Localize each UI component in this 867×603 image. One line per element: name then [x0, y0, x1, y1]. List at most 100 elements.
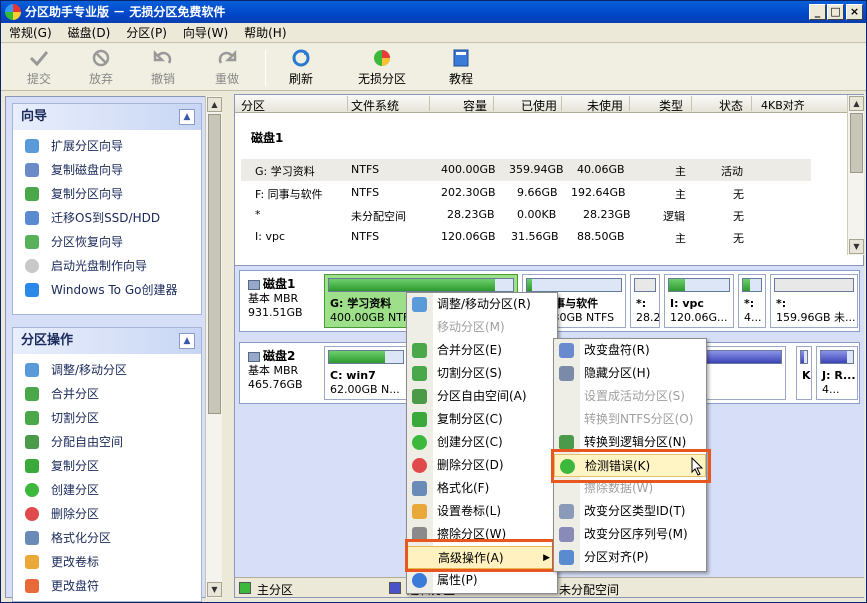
scroll-down-arrow[interactable]: ▼	[207, 582, 222, 597]
sub-change-serial[interactable]: 改变分区序列号(M)	[554, 523, 706, 546]
op-create[interactable]: 创建分区	[13, 478, 201, 502]
menu-partition[interactable]: 分区(P)	[118, 23, 175, 41]
align-icon	[559, 550, 574, 565]
partition-block[interactable]: *: 159.96GB 未...	[770, 274, 858, 328]
undo-button[interactable]: 撤销	[133, 48, 193, 87]
ctx-format[interactable]: 格式化(F)	[407, 477, 557, 500]
scroll-thumb[interactable]	[850, 113, 863, 173]
ctx-create[interactable]: 创建分区(C)	[407, 431, 557, 454]
minimize-button[interactable]: _	[809, 4, 826, 20]
allocate-icon	[25, 435, 39, 449]
refresh-button[interactable]: 刷新	[271, 48, 331, 87]
logical-swatch	[389, 582, 401, 594]
op-resize-move[interactable]: 调整/移动分区	[13, 358, 201, 382]
tutorial-button[interactable]: 教程	[431, 48, 491, 87]
left-panel: 向导 ▲ 扩展分区向导 复制磁盘向导 复制分区向导 迁移OS到SSD/HDD 分…	[5, 96, 207, 602]
highlight-box-advanced	[405, 539, 555, 572]
op-change-label[interactable]: 更改卷标	[13, 550, 201, 574]
op-delete[interactable]: 删除分区	[13, 502, 201, 526]
table-disk1-label: 磁盘1	[251, 131, 284, 145]
resize-icon	[412, 297, 427, 312]
windows-icon	[25, 283, 39, 297]
info-icon	[412, 573, 427, 588]
op-merge[interactable]: 合并分区	[13, 382, 201, 406]
scroll-thumb[interactable]	[208, 114, 221, 414]
label-icon	[412, 504, 427, 519]
close-button[interactable]: ×	[846, 4, 863, 20]
sub-align[interactable]: 分区对齐(P)	[554, 546, 706, 569]
format-icon	[25, 531, 39, 545]
maximize-button[interactable]: □	[827, 4, 844, 20]
sub-set-active[interactable]: 设置成活动分区(S)	[554, 385, 706, 408]
op-format[interactable]: 格式化分区	[13, 526, 201, 550]
extend-icon	[25, 139, 39, 153]
menu-bar: 常规(G) 磁盘(D) 分区(P) 向导(W) 帮助(H)	[1, 23, 866, 43]
ctx-properties[interactable]: 属性(P)	[407, 569, 557, 592]
table-scrollbar[interactable]: ▲ ▼	[847, 95, 864, 255]
sub-to-ntfs[interactable]: 转换到NTFS分区(O)	[554, 408, 706, 431]
sub-hide[interactable]: 隐藏分区(H)	[554, 362, 706, 385]
table-row[interactable]: F: 同事与软件 NTFS 202.30GB 9.66GB 192.64GB 主无	[241, 182, 811, 204]
wizard-copy-disk[interactable]: 复制磁盘向导	[13, 158, 201, 182]
scroll-up-arrow[interactable]: ▲	[207, 97, 222, 112]
sub-change-type-id[interactable]: 改变分区类型ID(T)	[554, 500, 706, 523]
op-allocate[interactable]: 分配自由空间	[13, 430, 201, 454]
left-panel-scrollbar[interactable]: ▲ ▼	[205, 96, 222, 598]
partition-block[interactable]: I: vpc 120.06G...	[664, 274, 734, 328]
ctx-set-label[interactable]: 设置卷标(L)	[407, 500, 557, 523]
disk2-info[interactable]: 磁盘2 基本 MBR 465.76GB	[248, 349, 303, 392]
collapse-icon[interactable]: ▲	[179, 109, 195, 125]
ctx-resize-move[interactable]: 调整/移动分区(R)	[407, 293, 557, 316]
commit-icon	[29, 51, 49, 67]
ctx-delete[interactable]: 删除分区(D)	[407, 454, 557, 477]
menu-general[interactable]: 常规(G)	[1, 23, 60, 41]
wizard-migrate-os[interactable]: 迁移OS到SSD/HDD	[13, 206, 201, 230]
discard-button[interactable]: 放弃	[71, 48, 131, 87]
op-split[interactable]: 切割分区	[13, 406, 201, 430]
op-change-letter[interactable]: 更改盘符	[13, 574, 201, 598]
table-row[interactable]: I: vpc NTFS 120.06GB 31.56GB 88.50GB 主无	[241, 226, 811, 248]
discard-icon	[92, 49, 110, 67]
copy-partition-icon	[25, 187, 39, 201]
wizard-section: 向导 ▲ 扩展分区向导 复制磁盘向导 复制分区向导 迁移OS到SSD/HDD 分…	[12, 103, 202, 315]
table-header: 分区 文件系统 容量 已使用 未使用 类型 状态 4KB对齐	[235, 95, 847, 113]
delete-icon	[25, 507, 39, 521]
partition-block[interactable]: C: win7 62.00GB N...	[324, 346, 408, 400]
table-row[interactable]: * 未分配空间 28.23GB 0.00KB 28.23GB 逻辑无	[241, 204, 811, 226]
table-row[interactable]: G: 学习资料 NTFS 400.00GB 359.94GB 40.06GB 主活动	[241, 159, 811, 181]
partition-block[interactable]: *: 4...	[738, 274, 766, 328]
mouse-cursor-icon	[691, 457, 704, 476]
ctx-copy[interactable]: 复制分区(C)	[407, 408, 557, 431]
ctx-split[interactable]: 切割分区(S)	[407, 362, 557, 385]
sub-change-letter[interactable]: 改变盘符(R)	[554, 339, 706, 362]
wizard-extend[interactable]: 扩展分区向导	[13, 134, 201, 158]
menu-help[interactable]: 帮助(H)	[236, 23, 294, 41]
ctx-move[interactable]: 移动分区(M)	[407, 316, 557, 339]
ctx-free-space[interactable]: 分区自由空间(A)	[407, 385, 557, 408]
copy-disk-icon	[25, 163, 39, 177]
partition-block[interactable]: J: R... 4...	[816, 346, 858, 400]
lossless-partition-button[interactable]: 无损分区	[351, 48, 413, 87]
partition-pie-icon	[374, 50, 390, 66]
disk1-info[interactable]: 磁盘1 基本 MBR 931.51GB	[248, 277, 303, 320]
collapse-icon[interactable]: ▲	[179, 333, 195, 349]
wizard-recovery[interactable]: 分区恢复向导	[13, 230, 201, 254]
menu-disk[interactable]: 磁盘(D)	[60, 23, 119, 41]
toolbar: 提交 放弃 撤销 重做 刷新 无损分区 教程	[1, 44, 866, 91]
scroll-up-arrow[interactable]: ▲	[849, 96, 864, 111]
redo-button[interactable]: 重做	[197, 48, 257, 87]
resize-icon	[25, 363, 39, 377]
partition-table: 分区 文件系统 容量 已使用 未使用 类型 状态 4KB对齐 磁盘1 G: 学习…	[235, 95, 847, 255]
wizard-copy-partition[interactable]: 复制分区向导	[13, 182, 201, 206]
toolbar-separator	[265, 50, 266, 86]
commit-button[interactable]: 提交	[9, 48, 69, 87]
partition-block[interactable]: *:28.2...	[630, 274, 660, 328]
wizard-bootable-cd[interactable]: 启动光盘制作向导	[13, 254, 201, 278]
scroll-down-arrow[interactable]: ▼	[849, 239, 864, 254]
partition-block[interactable]: K	[796, 346, 812, 400]
app-window: 分区助手专业版 － 无损分区免费软件 _ □ × 常规(G) 磁盘(D) 分区(P)…	[0, 0, 867, 603]
wizard-windows-to-go[interactable]: Windows To Go创建器	[13, 278, 201, 302]
ctx-merge[interactable]: 合并分区(E)	[407, 339, 557, 362]
op-copy[interactable]: 复制分区	[13, 454, 201, 478]
menu-wizard[interactable]: 向导(W)	[175, 23, 236, 41]
